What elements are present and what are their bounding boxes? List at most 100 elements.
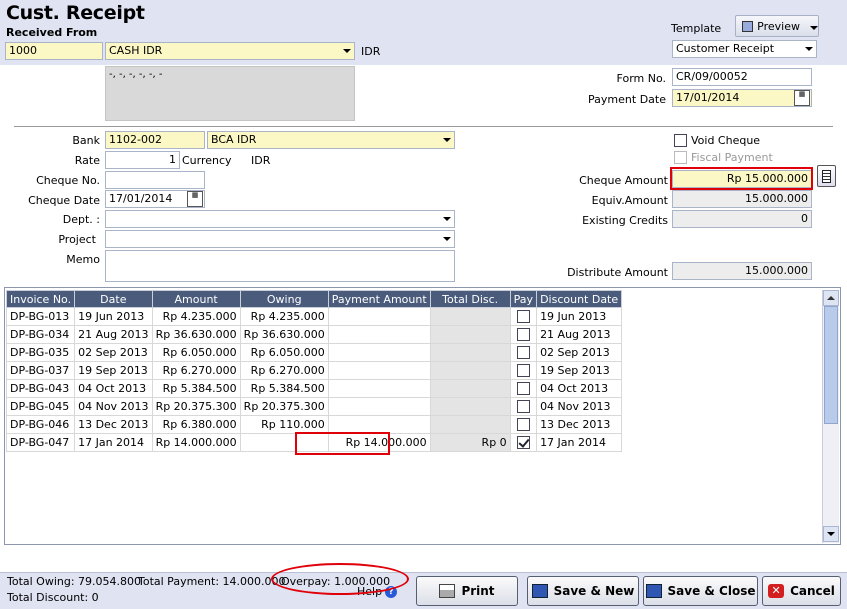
scroll-thumb[interactable] (824, 306, 838, 424)
payment-date-label: Payment Date (588, 93, 666, 106)
template-select[interactable]: Customer Receipt (672, 40, 817, 58)
calculator-button[interactable] (817, 165, 836, 187)
pay-checkbox[interactable] (516, 310, 530, 324)
cell-amount: Rp 20.375.300 (151, 397, 241, 416)
void-cheque-checkbox[interactable] (674, 134, 687, 147)
pay-checkbox[interactable] (516, 364, 530, 378)
cell-payment-amount[interactable] (327, 361, 431, 380)
cell-pay (509, 415, 538, 434)
col-invoice-no[interactable]: Invoice No. (5, 290, 76, 308)
cell-owing: Rp 20.375.300 (239, 397, 329, 416)
preview-button[interactable]: Preview (735, 15, 819, 37)
cell-payment-amount[interactable] (327, 343, 431, 362)
rate-field[interactable]: 1 (105, 151, 180, 169)
cheque-no-label: Cheque No. (36, 174, 100, 187)
pay-checkbox[interactable] (516, 400, 530, 414)
cell-payment-amount[interactable] (327, 379, 431, 398)
pay-checkbox[interactable] (516, 436, 530, 450)
equiv-amount-label: Equiv.Amount (591, 194, 668, 207)
cell-amount: Rp 14.000.000 (151, 433, 241, 452)
pay-checkbox[interactable] (516, 418, 530, 432)
scroll-down-icon[interactable] (823, 526, 839, 542)
cell-total-disc[interactable] (429, 379, 511, 398)
cell-owing: Rp 5.384.500 (239, 379, 329, 398)
bank-name-select[interactable]: BCA IDR (207, 131, 455, 149)
cell-discount-date: 02 Sep 2013 (536, 343, 623, 362)
cell-payment-amount[interactable] (327, 397, 431, 416)
cancel-button[interactable]: ✕ Cancel (762, 576, 841, 606)
calendar-icon[interactable]: ▦ (187, 191, 203, 207)
col-discount-date[interactable]: Discount Date (536, 290, 623, 308)
cell-total-disc[interactable] (429, 307, 511, 326)
chevron-down-icon[interactable] (340, 44, 353, 58)
save-new-button[interactable]: Save & New (527, 576, 639, 606)
cell-payment-amount[interactable] (327, 325, 431, 344)
cell-owing: Rp 110.000 (239, 415, 329, 434)
address-box[interactable]: -, -, -, -, -, - (105, 66, 355, 121)
chevron-down-icon[interactable] (440, 133, 453, 147)
table-row[interactable]: DP-BG-045 04 Nov 2013 Rp 20.375.300 Rp 20.3… (5, 397, 623, 416)
calendar-icon[interactable]: ▦ (794, 90, 810, 106)
total-owing: Total Owing: 79.054.800 (7, 575, 142, 588)
dept-select[interactable] (105, 210, 455, 228)
pay-checkbox[interactable] (516, 328, 530, 342)
cell-date: 04 Nov 2013 (74, 397, 153, 416)
cheque-date-field[interactable]: 17/01/2014 ▦ (105, 190, 205, 208)
dept-label: Dept. : (62, 213, 100, 226)
cell-payment-amount[interactable] (327, 415, 431, 434)
void-cheque-option[interactable]: Void Cheque (674, 134, 760, 147)
cell-total-disc[interactable] (429, 397, 511, 416)
col-pay[interactable]: Pay (509, 290, 538, 308)
col-amount[interactable]: Amount (151, 290, 241, 308)
cell-total-disc[interactable]: Rp 0 (429, 433, 511, 452)
scroll-up-icon[interactable] (823, 290, 839, 306)
cheque-amount-label: Cheque Amount (579, 174, 668, 187)
memo-field[interactable] (105, 250, 455, 282)
table-row[interactable]: DP-BG-043 04 Oct 2013 Rp 5.384.500 Rp 5.384… (5, 379, 623, 398)
pay-checkbox[interactable] (516, 346, 530, 360)
payment-date-value: 17/01/2014 (676, 91, 740, 104)
chevron-down-icon[interactable] (802, 42, 815, 56)
printer-icon (439, 584, 456, 598)
payment-date-field[interactable]: 17/01/2014 ▦ (672, 89, 812, 107)
cell-total-disc[interactable] (429, 343, 511, 362)
cell-payment-amount[interactable] (327, 307, 431, 326)
col-total-disc[interactable]: Total Disc. (429, 290, 511, 308)
cell-total-disc[interactable] (429, 325, 511, 344)
cell-pay (509, 325, 538, 344)
cell-discount-date: 21 Aug 2013 (536, 325, 623, 344)
cell-amount: Rp 6.050.000 (151, 343, 241, 362)
chevron-down-icon[interactable] (440, 232, 453, 246)
cell-discount-date: 19 Jun 2013 (536, 307, 623, 326)
pay-checkbox[interactable] (516, 382, 530, 396)
project-select[interactable] (105, 230, 455, 248)
bank-name-value: BCA IDR (211, 133, 257, 146)
chevron-down-icon[interactable] (440, 212, 453, 226)
table-row[interactable]: DP-BG-035 02 Sep 2013 Rp 6.050.000 Rp 6.050… (5, 343, 623, 362)
cell-owing: Rp 6.270.000 (239, 361, 329, 380)
col-payment-amount[interactable]: Payment Amount (327, 290, 431, 308)
highlight-box (670, 167, 813, 190)
cell-total-disc[interactable] (429, 361, 511, 380)
cell-total-disc[interactable] (429, 415, 511, 434)
cell-pay (509, 343, 538, 362)
save-close-button[interactable]: Save & Close (643, 576, 758, 606)
received-from-label: Received From (6, 26, 98, 39)
table-row[interactable]: DP-BG-013 19 Jun 2013 Rp 4.235.000 Rp 4.235… (5, 307, 623, 326)
cell-amount: Rp 5.384.500 (151, 379, 241, 398)
payment-highlight-box (295, 432, 390, 455)
col-owing[interactable]: Owing (239, 290, 329, 308)
cheque-no-field[interactable] (105, 171, 205, 189)
col-date[interactable]: Date (74, 290, 153, 308)
customer-code-field[interactable]: 1000 (5, 42, 103, 60)
table-row[interactable]: DP-BG-046 13 Dec 2013 Rp 6.380.000 Rp 110.0… (5, 415, 623, 434)
bank-code-field[interactable]: 1102-002 (105, 131, 205, 149)
save-icon (645, 584, 662, 598)
customer-name-select[interactable]: CASH IDR (105, 42, 355, 60)
grid-scrollbar[interactable] (822, 290, 839, 543)
print-button[interactable]: Print (416, 576, 518, 606)
save-close-label: Save & Close (667, 584, 756, 598)
table-row[interactable]: DP-BG-037 19 Sep 2013 Rp 6.270.000 Rp 6.270… (5, 361, 623, 380)
form-no-field[interactable]: CR/09/00052 (672, 68, 812, 86)
table-row[interactable]: DP-BG-034 21 Aug 2013 Rp 36.630.000 Rp 36.6… (5, 325, 623, 344)
